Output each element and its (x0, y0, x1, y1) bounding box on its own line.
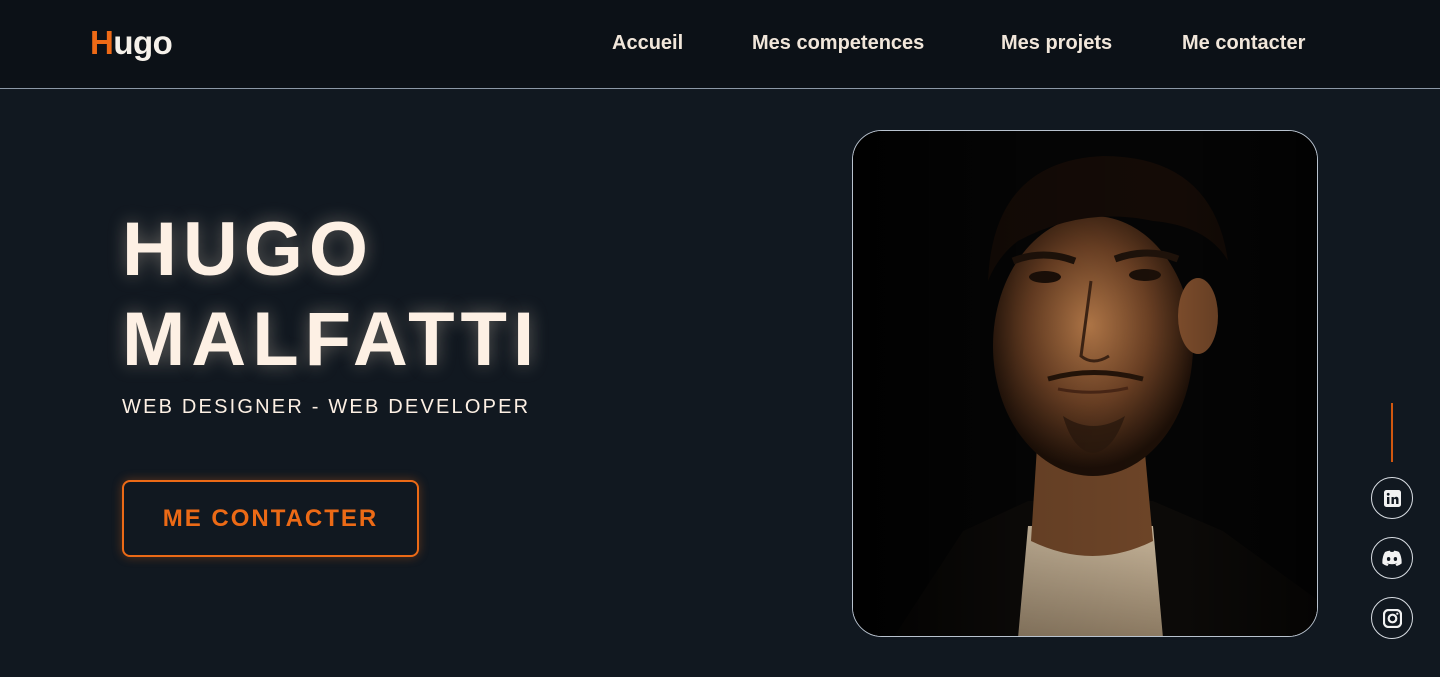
hero-first-name: HUGO (122, 207, 374, 292)
hero-subtitle: WEB DESIGNER - WEB DEVELOPER (122, 396, 531, 418)
instagram-icon (1382, 608, 1402, 628)
nav-link-contact[interactable]: Me contacter (1182, 32, 1305, 55)
social-instagram-button[interactable] (1371, 597, 1413, 639)
hero-last-name: MALFATTI (122, 297, 541, 382)
nav-link-competences[interactable]: Mes competences (752, 32, 924, 55)
nav-link-projets[interactable]: Mes projets (1001, 32, 1112, 55)
contact-button[interactable]: ME CONTACTER (122, 480, 419, 557)
linkedin-icon (1383, 489, 1401, 507)
social-linkedin-button[interactable] (1371, 477, 1413, 519)
portrait-image (852, 130, 1318, 637)
site-header: Hugo Accueil Mes competences Mes projets… (0, 0, 1440, 89)
nav-link-accueil[interactable]: Accueil (612, 32, 683, 55)
hero-name: HUGO MALFATTI (122, 205, 540, 385)
main-nav: Accueil Mes competences Mes projets Me c… (0, 32, 1440, 58)
social-divider-line (1391, 403, 1393, 462)
discord-icon (1382, 550, 1402, 566)
social-discord-button[interactable] (1371, 537, 1413, 579)
